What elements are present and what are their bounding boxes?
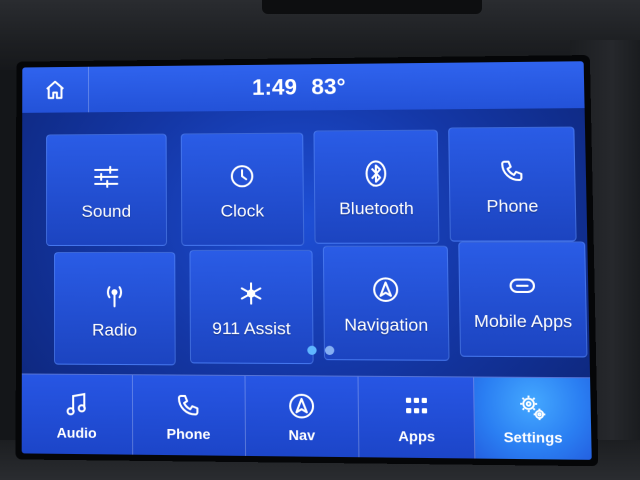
tile-clock[interactable]: Clock xyxy=(180,132,305,246)
tile-bluetooth[interactable]: Bluetooth xyxy=(313,129,440,244)
dock-apps[interactable]: Apps xyxy=(358,376,476,459)
home-button[interactable] xyxy=(22,66,90,113)
tile-navigation[interactable]: Navigation xyxy=(322,245,450,361)
dock-nav[interactable]: Nav xyxy=(245,375,360,458)
tile-label: Mobile Apps xyxy=(473,311,573,332)
status-bar: 1:49 83° xyxy=(22,61,585,113)
apps-grid-icon xyxy=(405,397,427,414)
page-dot[interactable] xyxy=(324,345,335,356)
dock-label: Phone xyxy=(166,425,211,443)
navigation-arrow-icon xyxy=(288,393,315,420)
tile-sound[interactable]: Sound xyxy=(46,133,168,246)
phone-icon xyxy=(499,159,525,184)
gears-icon xyxy=(517,393,547,422)
tile-label: Radio xyxy=(92,320,138,340)
dock-label: Settings xyxy=(503,428,563,446)
tile-label: Phone xyxy=(486,196,539,216)
music-note-icon xyxy=(65,391,87,418)
tile-label: Bluetooth xyxy=(338,198,414,219)
bluetooth-icon xyxy=(364,159,387,187)
page-indicator xyxy=(307,345,335,356)
tile-label: Navigation xyxy=(344,315,429,335)
tile-label: Clock xyxy=(220,201,265,221)
dock-label: Audio xyxy=(56,424,97,442)
outside-temperature: 83° xyxy=(311,73,346,100)
dock-audio[interactable]: Audio xyxy=(21,374,133,455)
bottom-dock: Audio Phone Nav Apps Settings xyxy=(21,373,592,460)
tile-label: 911 Assist xyxy=(212,318,291,339)
infotainment-screen-frame: 1:49 83° Sound Clock Bluetooth Phone Rad… xyxy=(15,55,599,467)
tile-radio[interactable]: Radio xyxy=(53,251,176,366)
mobile-apps-icon xyxy=(507,275,537,296)
dock-settings[interactable]: Settings xyxy=(474,377,592,460)
dock-phone[interactable]: Phone xyxy=(132,375,246,456)
tile-label: Sound xyxy=(81,201,132,221)
sliders-icon xyxy=(94,165,118,188)
clock-time: 1:49 xyxy=(251,74,298,100)
navigation-arrow-icon xyxy=(372,276,399,303)
dock-label: Apps xyxy=(398,427,436,445)
phone-icon xyxy=(176,393,201,418)
tile-phone[interactable]: Phone xyxy=(448,126,577,242)
app-tile-grid: Sound Clock Bluetooth Phone Radio 911 As… xyxy=(40,120,590,368)
clock-icon xyxy=(229,163,256,189)
air-vent xyxy=(262,0,482,14)
tile-911-assist[interactable]: 911 Assist xyxy=(189,249,314,365)
radio-antenna-icon xyxy=(100,282,128,308)
tile-mobile-apps[interactable]: Mobile Apps xyxy=(458,241,588,358)
assist-asterisk-icon xyxy=(238,280,265,306)
home-icon xyxy=(46,81,65,100)
page-dot-active[interactable] xyxy=(307,345,317,355)
infotainment-screen: 1:49 83° Sound Clock Bluetooth Phone Rad… xyxy=(21,61,592,460)
dock-label: Nav xyxy=(288,426,316,444)
